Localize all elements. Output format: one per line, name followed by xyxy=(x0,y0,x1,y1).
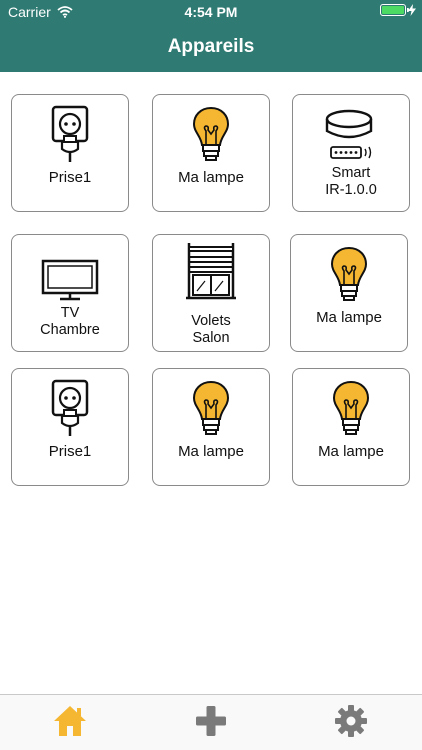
navigation-bar: Carrier 4:54 PM Appareils xyxy=(0,0,422,72)
tab-home[interactable] xyxy=(50,701,90,741)
plug-icon xyxy=(12,377,128,437)
tab-add-device[interactable] xyxy=(191,701,231,741)
lightbulb-icon xyxy=(291,243,407,303)
device-tile-volets-salon[interactable]: Volets Salon xyxy=(152,234,270,352)
device-label: Prise1 xyxy=(48,443,92,460)
device-label-line1: TV xyxy=(60,305,80,321)
device-label: Ma lampe xyxy=(316,309,382,326)
shutter-icon xyxy=(153,241,269,301)
tab-settings[interactable] xyxy=(331,701,371,741)
lightbulb-icon xyxy=(293,377,409,437)
tv-icon xyxy=(12,243,128,303)
device-tile-smart-ir[interactable]: Smart IR-1.0.0 xyxy=(292,94,410,212)
device-tile-ma-lampe[interactable]: Ma lampe xyxy=(292,368,410,486)
device-label-line2: Chambre xyxy=(40,322,100,338)
device-label: Prise1 xyxy=(48,169,92,186)
battery-fill xyxy=(382,6,404,14)
device-label: Volets Salon xyxy=(157,313,265,347)
device-tile-prise1[interactable]: Prise1 xyxy=(11,368,129,486)
device-label-line2: Salon xyxy=(192,330,230,346)
battery-icon xyxy=(380,4,409,16)
device-label-line2: IR-1.0.0 xyxy=(325,182,377,198)
status-bar: Carrier 4:54 PM xyxy=(0,0,422,24)
device-tile-ma-lampe[interactable]: Ma lampe xyxy=(152,368,270,486)
battery-indicator xyxy=(380,4,416,16)
tab-bar xyxy=(0,694,422,750)
gear-icon xyxy=(335,705,367,737)
clock: 4:54 PM xyxy=(184,4,238,20)
device-tile-ma-lampe[interactable]: Ma lampe xyxy=(290,234,408,352)
device-label: Ma lampe xyxy=(318,443,384,460)
device-label: Smart IR-1.0.0 xyxy=(297,165,405,199)
device-tile-ma-lampe[interactable]: Ma lampe xyxy=(152,94,270,212)
home-icon xyxy=(54,706,86,736)
plug-icon xyxy=(12,103,128,163)
device-label: TV Chambre xyxy=(16,305,124,339)
plus-icon xyxy=(196,706,226,736)
lightbulb-icon xyxy=(153,103,269,163)
device-label-line1: Smart xyxy=(331,165,371,181)
charging-bolt-icon xyxy=(408,4,416,16)
page-title: Appareils xyxy=(167,36,255,57)
device-tile-tv-chambre[interactable]: TV Chambre xyxy=(11,234,129,352)
device-label: Ma lampe xyxy=(178,169,244,186)
ir-remote-icon xyxy=(293,103,409,163)
lightbulb-icon xyxy=(153,377,269,437)
device-label: Ma lampe xyxy=(178,443,244,460)
device-tile-prise1[interactable]: Prise1 xyxy=(11,94,129,212)
device-label-line1: Volets xyxy=(191,313,231,329)
